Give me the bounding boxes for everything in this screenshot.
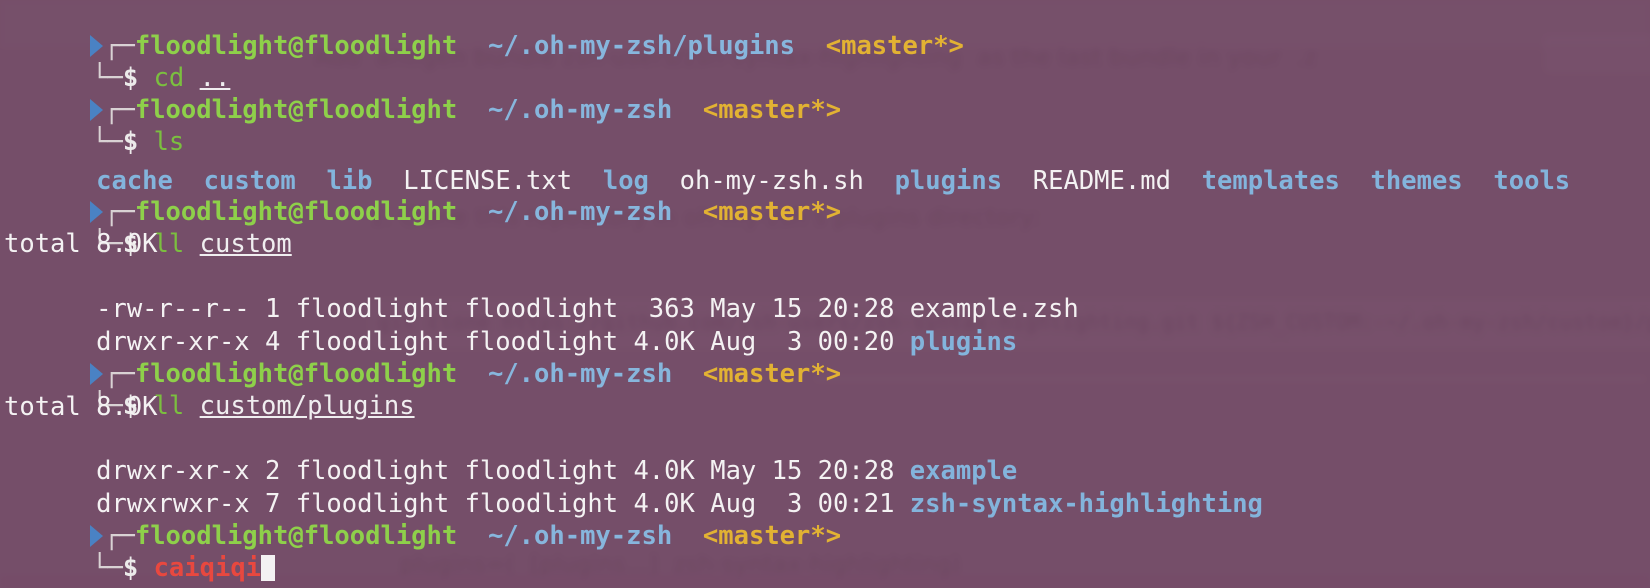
terminal-window[interactable]: Add antigen bundle zsh-users/zsh-syntax-…	[0, 0, 1650, 588]
prompt-frame-bottom: └─	[92, 553, 123, 583]
command-arg: custom	[199, 229, 292, 259]
terminal-content[interactable]: ┌─floodlight@floodlight ~/.oh-my-zsh/plu…	[0, 0, 1650, 588]
invalid-command-token: caiqiqi	[153, 553, 262, 583]
ls-entry-dir: themes	[1370, 166, 1463, 196]
prompt-git-branch: <master*>	[825, 31, 964, 61]
command-arg: custom/plugins	[199, 391, 415, 421]
command-token: ll	[153, 391, 185, 421]
ls-entry-dir: tools	[1493, 166, 1571, 196]
ls-entry-dir: templates	[1201, 166, 1340, 196]
listing-total: total 8.0K	[4, 229, 158, 259]
listing-total: total 8.0K	[4, 392, 158, 422]
prompt-git-branch: <master*>	[702, 521, 842, 551]
prompt-git-branch: <master*>	[702, 95, 842, 125]
prompt-cwd: ~/.oh-my-zsh	[487, 95, 673, 125]
active-command-line[interactable]: └─$ caiqiqi	[0, 520, 276, 588]
text-cursor[interactable]	[261, 555, 276, 581]
ls-entry-dir: plugins	[894, 166, 1003, 196]
prompt-cwd: ~/.oh-my-zsh	[487, 197, 673, 227]
prompt-git-branch: <master*>	[702, 359, 842, 389]
ls-entry-file: README.md	[1032, 166, 1171, 196]
prompt-dollar: $	[122, 553, 139, 583]
prompt-cwd: ~/.oh-my-zsh	[487, 359, 673, 389]
command-token: ll	[153, 229, 185, 259]
prompt-git-branch: <master*>	[702, 197, 842, 227]
prompt-cwd: ~/.oh-my-zsh/plugins	[487, 31, 796, 61]
listing-name-dir: plugins	[909, 327, 1018, 357]
listing-name-dir: zsh-syntax-highlighting	[909, 489, 1263, 519]
prompt-cwd: ~/.oh-my-zsh	[487, 521, 673, 551]
